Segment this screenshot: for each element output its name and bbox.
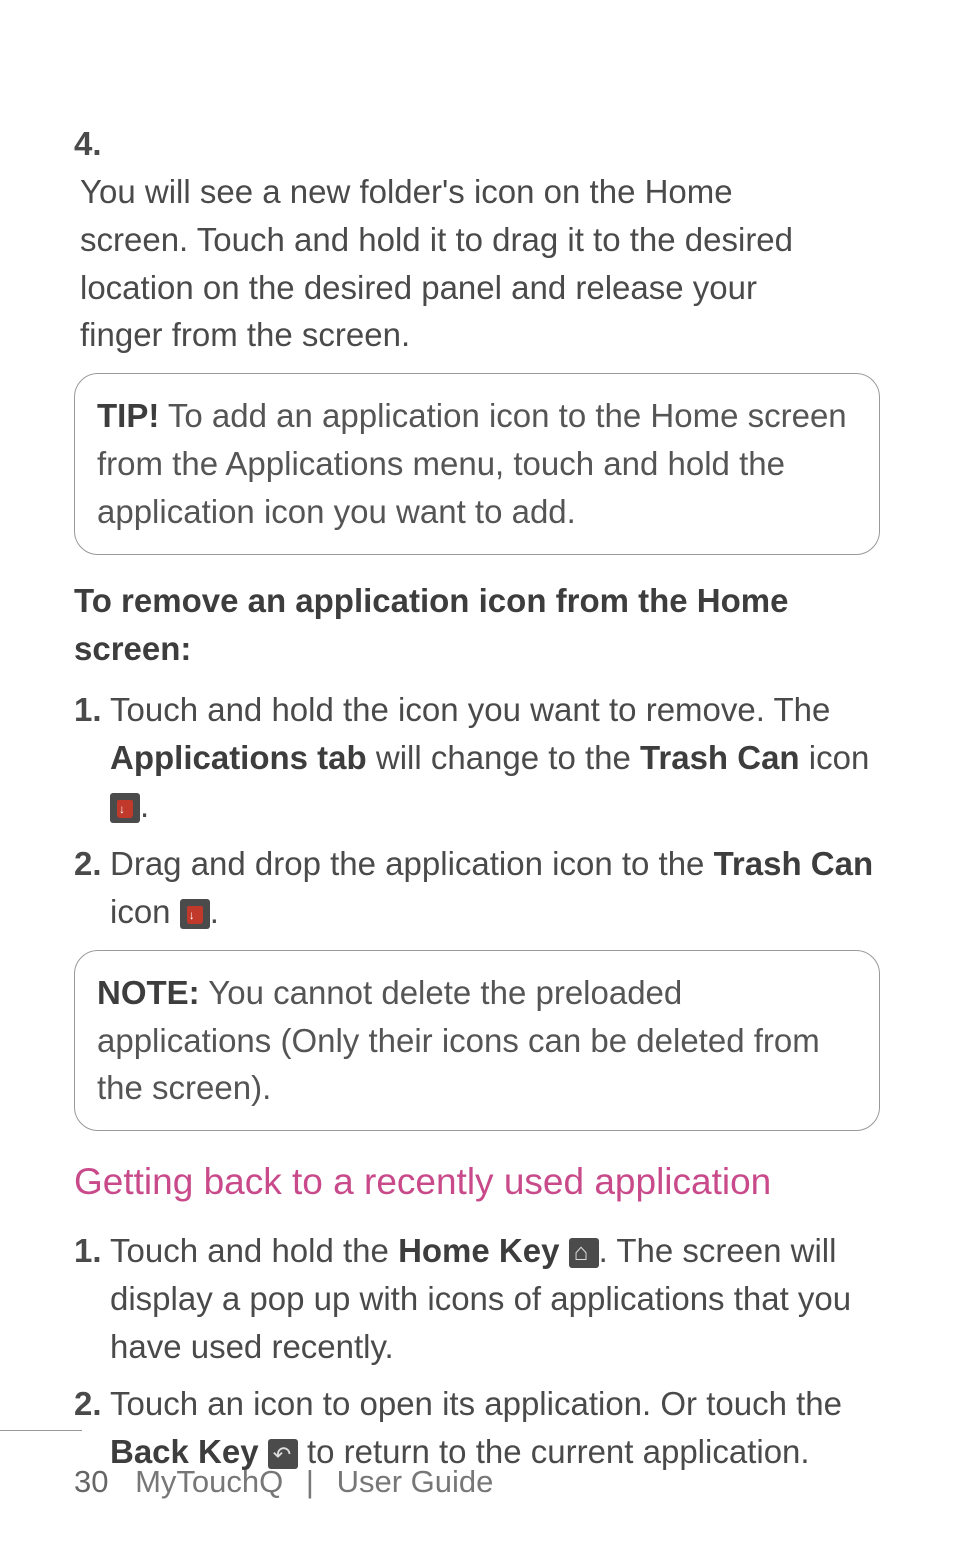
- recent-step-1-number: 1.: [74, 1227, 110, 1371]
- trash-can-label: Trash Can: [714, 845, 874, 882]
- footer-divider: [0, 1430, 82, 1431]
- text: Touch and hold the icon you want to remo…: [110, 691, 830, 728]
- text: icon: [800, 739, 870, 776]
- step-4-text: You will see a new folder's icon on the …: [80, 168, 840, 359]
- trash-can-icon: [180, 899, 210, 929]
- text: Touch an icon to open its application. O…: [110, 1385, 842, 1422]
- tip-callout: TIP! To add an application icon to the H…: [74, 373, 880, 555]
- home-key-label: Home Key: [398, 1232, 559, 1269]
- step-4: 4. You will see a new folder's icon on t…: [74, 120, 880, 359]
- text: Touch and hold the: [110, 1232, 398, 1269]
- remove-step-2-number: 2.: [74, 840, 110, 936]
- recent-step-1-body: Touch and hold the Home Key . The screen…: [110, 1227, 880, 1371]
- section-heading-recent: Getting back to a recently used applicat…: [74, 1155, 880, 1209]
- applications-tab-label: Applications tab: [110, 739, 367, 776]
- recent-step-1: 1. Touch and hold the Home Key . The scr…: [74, 1227, 880, 1371]
- text: .: [210, 893, 219, 930]
- product-name: MyTouchQ: [135, 1464, 283, 1499]
- page-number: 30: [74, 1460, 108, 1505]
- text: [559, 1232, 568, 1269]
- note-label: NOTE:: [97, 974, 200, 1011]
- remove-step-1-body: Touch and hold the icon you want to remo…: [110, 686, 880, 830]
- trash-can-icon: [110, 793, 140, 823]
- home-key-icon: [569, 1238, 599, 1268]
- page-footer: 30 MyTouchQ | User Guide: [0, 1460, 954, 1505]
- remove-subheading: To remove an application icon from the H…: [74, 577, 880, 673]
- text: Drag and drop the application icon to th…: [110, 845, 714, 882]
- note-text: You cannot delete the preloaded applicat…: [97, 974, 820, 1107]
- tip-text: To add an application icon to the Home s…: [97, 397, 847, 530]
- text: icon: [110, 893, 180, 930]
- remove-step-1: 1. Touch and hold the icon you want to r…: [74, 686, 880, 830]
- tip-label: TIP!: [97, 397, 159, 434]
- remove-step-1-number: 1.: [74, 686, 110, 830]
- guide-label: User Guide: [337, 1464, 494, 1499]
- footer-separator: |: [306, 1464, 314, 1499]
- trash-can-label: Trash Can: [640, 739, 800, 776]
- remove-step-2: 2. Drag and drop the application icon to…: [74, 840, 880, 936]
- step-4-number: 4.: [74, 120, 106, 168]
- text: will change to the: [367, 739, 640, 776]
- note-callout: NOTE: You cannot delete the preloaded ap…: [74, 950, 880, 1132]
- text: .: [140, 787, 149, 824]
- remove-step-2-body: Drag and drop the application icon to th…: [110, 840, 880, 936]
